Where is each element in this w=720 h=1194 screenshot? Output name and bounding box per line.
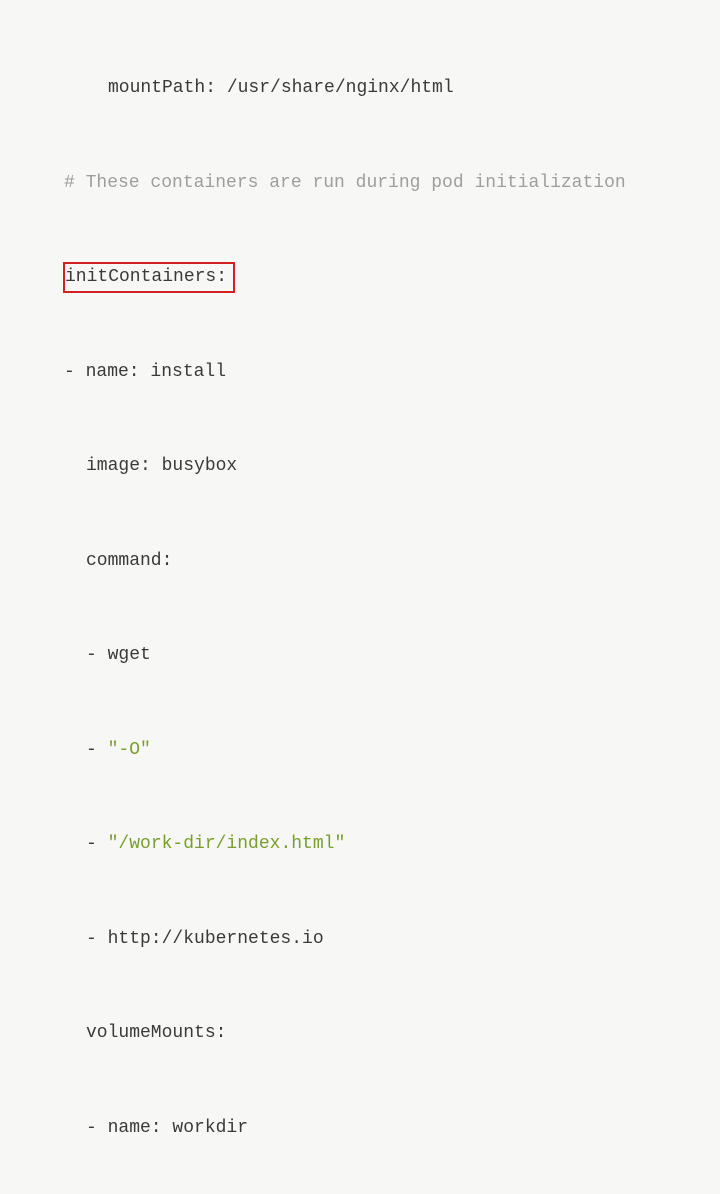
code-text: - http://kubernetes.io <box>86 929 324 949</box>
code-text: - <box>86 740 108 760</box>
code-line: volumeMounts: <box>20 1018 700 1050</box>
code-text: - <box>86 834 108 854</box>
code-line: - name: workdir <box>20 1113 700 1145</box>
code-text: - name: install <box>64 362 226 382</box>
code-text: volumeMounts: <box>86 1023 226 1043</box>
code-text: - wget <box>86 645 151 665</box>
code-line: - name: install <box>20 357 700 389</box>
code-line: - "-O" <box>20 735 700 767</box>
code-text: image: busybox <box>86 456 237 476</box>
yaml-code-block: mountPath: /usr/share/nginx/html # These… <box>20 10 700 1194</box>
code-string: "-O" <box>108 740 151 760</box>
code-line: - http://kubernetes.io <box>20 924 700 956</box>
code-comment-line: # These containers are run during pod in… <box>20 168 700 200</box>
highlight-box: initContainers: <box>63 262 235 293</box>
code-text: command: <box>86 551 172 571</box>
code-text: initContainers: <box>65 267 227 287</box>
code-line-highlighted: initContainers: <box>20 262 700 294</box>
code-line: command: <box>20 546 700 578</box>
code-line: - wget <box>20 640 700 672</box>
code-line: image: busybox <box>20 451 700 483</box>
code-text: - name: workdir <box>86 1118 248 1138</box>
code-text: mountPath: /usr/share/nginx/html <box>108 78 454 98</box>
code-text: # These containers are run during pod in… <box>64 173 626 193</box>
code-string: "/work-dir/index.html" <box>108 834 346 854</box>
code-line: - "/work-dir/index.html" <box>20 829 700 861</box>
code-line: mountPath: /usr/share/nginx/html <box>20 73 700 105</box>
